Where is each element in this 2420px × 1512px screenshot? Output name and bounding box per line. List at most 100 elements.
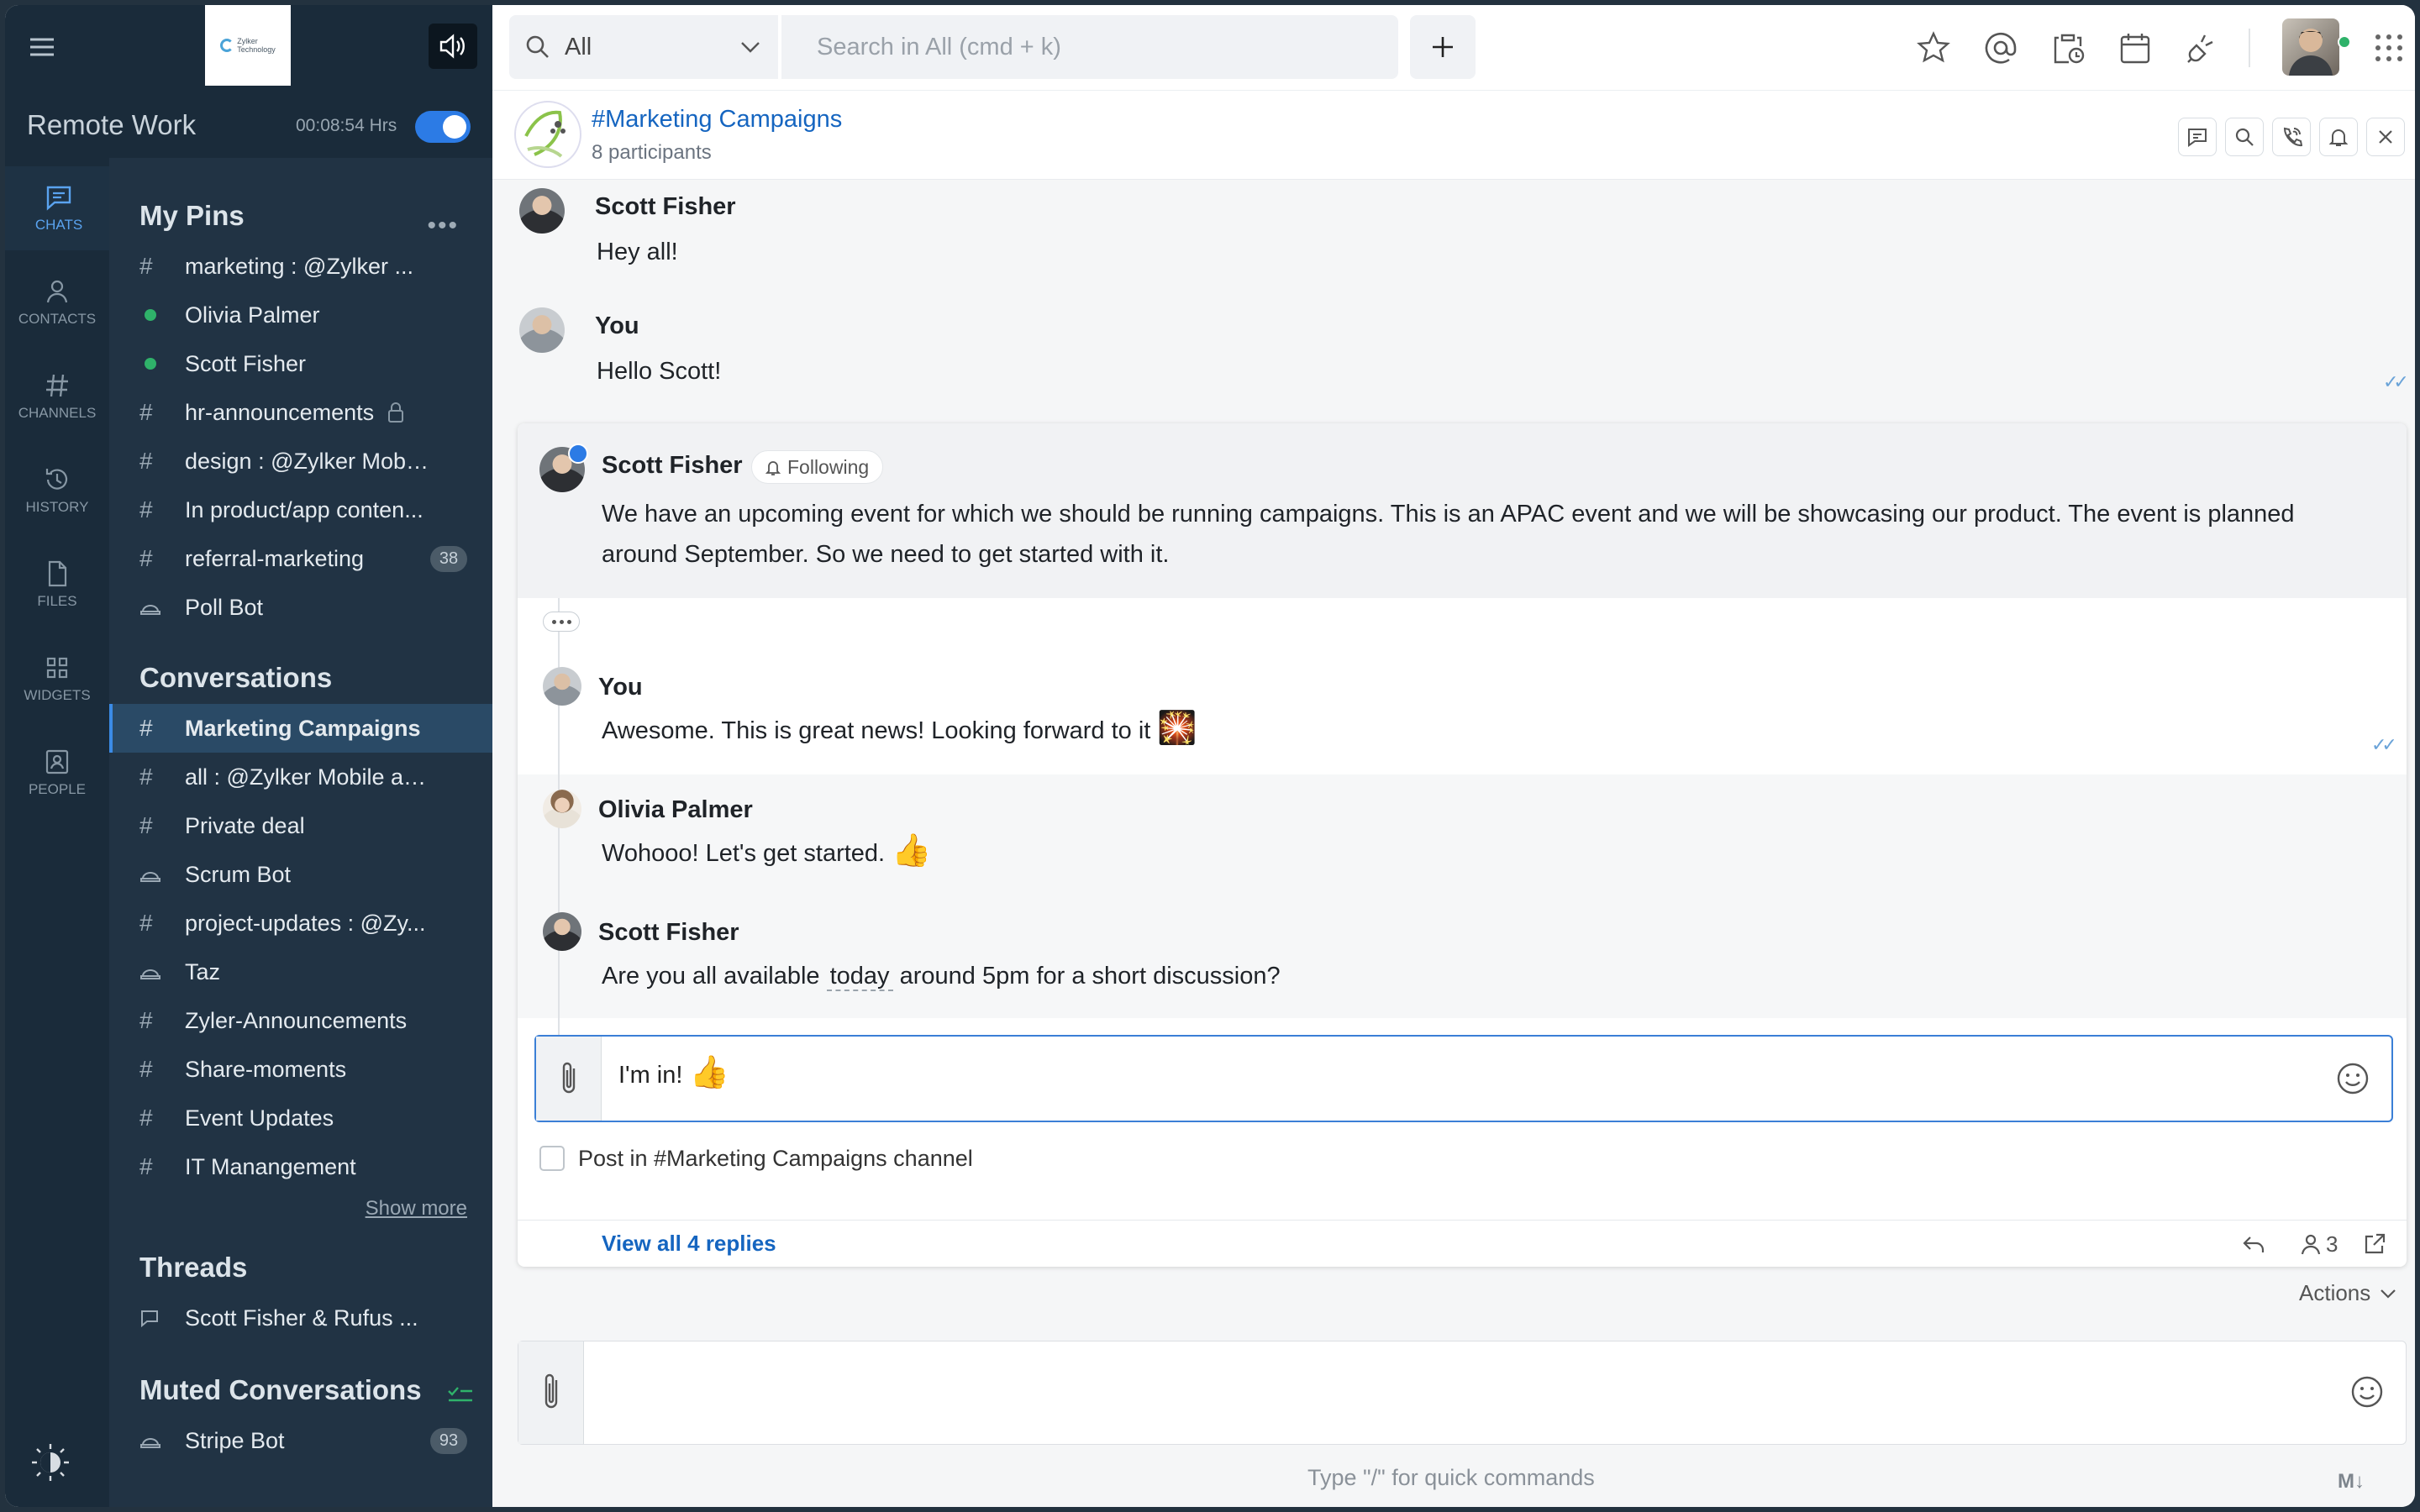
threads-heading: Threads (139, 1252, 248, 1283)
pin-item[interactable]: Poll Bot (109, 583, 492, 632)
message-author[interactable]: Scott Fisher (595, 193, 736, 221)
rail-history[interactable]: HISTORY (5, 449, 109, 533)
rail-chats[interactable]: CHATS (5, 166, 109, 250)
thread-panel: Scott Fisher Following We have an upcomi… (518, 423, 2407, 1267)
search-scope-dropdown[interactable]: All (509, 15, 778, 79)
thread-icon (139, 1309, 185, 1327)
calendar-icon[interactable] (2118, 30, 2153, 66)
thread-reply-input[interactable]: I'm in! 👍 (534, 1035, 2393, 1122)
read-receipt-icon: ✓✓ (2383, 371, 2409, 392)
hash-icon: # (139, 545, 153, 571)
message-author[interactable]: Scott Fisher (598, 919, 739, 947)
avatar[interactable] (543, 790, 581, 828)
user-avatar[interactable] (2282, 18, 2339, 76)
conversation-item[interactable]: # Private deal (109, 801, 492, 850)
theme-toggle-icon[interactable] (25, 1441, 72, 1483)
hash-icon: # (139, 910, 153, 936)
muted-item[interactable]: Stripe Bot 93 (109, 1416, 492, 1465)
pin-item[interactable]: Scott Fisher (109, 339, 492, 388)
speaker-button[interactable] (429, 24, 477, 69)
remote-work-toggle[interactable] (415, 111, 471, 143)
bot-icon (139, 963, 185, 981)
pins-more-button[interactable]: ••• (427, 212, 459, 240)
app-grid-icon[interactable] (2371, 30, 2407, 66)
smiley-icon[interactable] (2334, 1060, 2371, 1097)
pin-item[interactable]: # hr-announcements (109, 388, 492, 437)
attach-button[interactable] (518, 1341, 584, 1444)
show-more-link[interactable]: Show more (366, 1197, 467, 1221)
pin-item[interactable]: # design : @Zylker Mobi... (109, 437, 492, 486)
reply-button[interactable] (2242, 1231, 2267, 1257)
star-icon[interactable] (1916, 30, 1951, 66)
message-composer[interactable] (518, 1341, 2407, 1445)
search-chat-button[interactable] (2225, 118, 2264, 156)
new-button[interactable] (1410, 15, 1476, 79)
avatar[interactable] (543, 667, 581, 706)
rail-widgets[interactable]: WIDGETS (5, 637, 109, 721)
thread-item[interactable]: Scott Fisher & Rufus ... (109, 1294, 492, 1342)
conversation-item[interactable]: # project-updates : @Zy... (109, 899, 492, 948)
message-author[interactable]: You (598, 674, 643, 701)
notifications-button[interactable] (2319, 118, 2358, 156)
conversation-item[interactable]: # Event Updates (109, 1094, 492, 1142)
conversation-item[interactable]: # Zyler-Announcements (109, 996, 492, 1045)
close-chat-button[interactable] (2366, 118, 2405, 156)
pin-item[interactable]: # referral-marketing 38 (109, 534, 492, 583)
menu-icon[interactable] (25, 30, 59, 64)
muted-heading: Muted Conversations (139, 1374, 422, 1405)
chat-list-panel: My Pins ••• # marketing : @Zylker ... Oli… (109, 158, 492, 1507)
paperclip-icon (562, 1062, 575, 1094)
conversation-item[interactable]: Taz (109, 948, 492, 996)
call-button[interactable] (2272, 118, 2311, 156)
message-text: Wohooo! Let's get started. 👍 (602, 833, 932, 869)
bell-icon (765, 461, 781, 475)
clipboard-clock-icon[interactable] (2050, 30, 2086, 66)
actions-dropdown[interactable]: Actions (2299, 1280, 2397, 1306)
pin-item[interactable]: # marketing : @Zylker ... (109, 242, 492, 291)
post-in-channel-checkbox[interactable] (539, 1146, 565, 1171)
expand-replies-button[interactable] (543, 612, 580, 632)
rail-people[interactable]: PEOPLE (5, 731, 109, 815)
date-highlight[interactable]: today (826, 963, 893, 991)
avatar[interactable] (519, 188, 565, 234)
rail-channels[interactable]: CHANNELS (5, 354, 109, 438)
conversation-item[interactable]: # Share-moments (109, 1045, 492, 1094)
rail-files[interactable]: FILES (5, 543, 109, 627)
channel-avatar[interactable] (514, 101, 581, 168)
search-input[interactable]: Search in All (cmd + k) (781, 15, 1398, 79)
bot-icon (139, 598, 185, 617)
message-author[interactable]: Olivia Palmer (598, 796, 753, 824)
open-thread-button[interactable] (2363, 1231, 2386, 1257)
conversation-item[interactable]: # all : @Zylker Mobile ap... (109, 753, 492, 801)
following-button[interactable]: Following (751, 450, 884, 484)
smiley-icon[interactable] (2349, 1373, 2386, 1410)
avatar[interactable] (519, 307, 565, 353)
channel-title[interactable]: #Marketing Campaigns (592, 106, 842, 134)
unread-badge: 38 (430, 545, 467, 572)
mention-icon[interactable] (1983, 30, 2018, 66)
conversation-item-selected[interactable]: # Marketing Campaigns (109, 704, 492, 753)
draft-text: I'm in! 👍 (618, 1055, 729, 1090)
participant-count[interactable]: 8 participants (592, 141, 712, 165)
search-icon (2235, 128, 2254, 146)
view-all-replies-link[interactable]: View all 4 replies (602, 1231, 776, 1257)
conversation-item[interactable]: # IT Manangement (109, 1142, 492, 1191)
post-in-channel-label[interactable]: Post in #Marketing Campaigns channel (578, 1146, 973, 1172)
rail-contacts[interactable]: CONTACTS (5, 260, 109, 344)
message-text: We have an upcoming event for which we s… (602, 501, 2295, 568)
participants-button[interactable]: 3 (2299, 1231, 2338, 1257)
message-author[interactable]: You (595, 312, 639, 340)
pin-item[interactable]: # In product/app conten... (109, 486, 492, 534)
pin-item[interactable]: Olivia Palmer (109, 291, 492, 339)
plug-icon[interactable] (2185, 30, 2220, 66)
close-icon (2379, 130, 2392, 144)
attach-button[interactable] (536, 1037, 602, 1121)
avatar[interactable] (543, 912, 581, 951)
mark-read-icon[interactable] (447, 1384, 474, 1406)
conversation-item[interactable]: Scrum Bot (109, 850, 492, 899)
threads-button[interactable] (2178, 118, 2217, 156)
top-bar: All Search in All (cmd + k) (492, 5, 2415, 91)
paperclip-icon (544, 1373, 557, 1409)
markdown-icon[interactable]: M↓ (2338, 1470, 2365, 1494)
message-author[interactable]: Scott Fisher (602, 452, 743, 480)
